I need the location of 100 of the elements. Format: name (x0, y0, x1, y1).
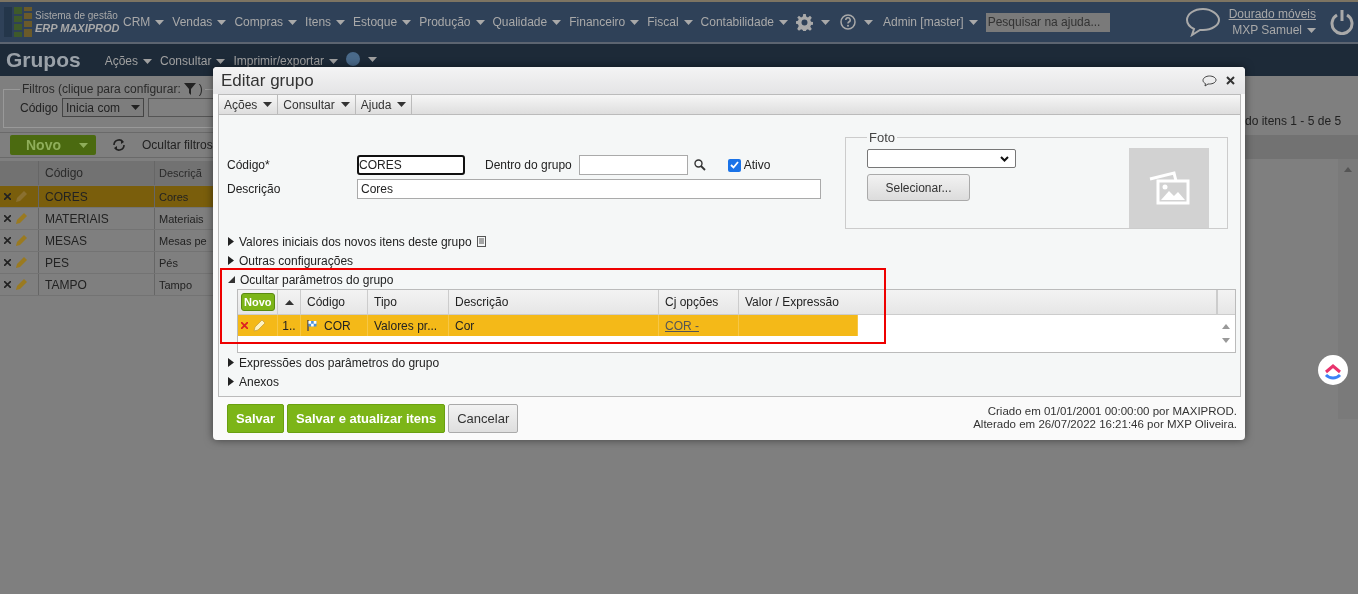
table-cell: Mesas pe (154, 230, 207, 251)
caret-icon (397, 102, 407, 107)
caret-icon (263, 102, 273, 107)
column-header[interactable]: Descrição (449, 290, 659, 314)
caret-icon (475, 19, 485, 25)
collapsed-triangle-icon[interactable] (228, 237, 234, 246)
collapsed-triangle-icon[interactable] (228, 358, 234, 367)
logo-icon (4, 7, 32, 37)
power-icon[interactable] (1330, 9, 1354, 35)
menu-item[interactable]: Itens (305, 15, 346, 29)
section-toggle[interactable]: Anexos (239, 374, 280, 389)
delete-icon[interactable] (241, 322, 248, 329)
table-row[interactable]: CORES Cores (0, 186, 213, 208)
table-cell: MESAS (38, 230, 154, 251)
delete-icon[interactable] (4, 281, 11, 288)
field-label: Código* (227, 158, 271, 172)
filter-legend: Filtros (clique para configurar: (22, 82, 181, 96)
menu-item[interactable]: CRM (123, 15, 165, 29)
help-search-field[interactable]: Pesquisar na ajuda... (985, 12, 1110, 32)
filter-icon[interactable] (183, 83, 196, 95)
menu-item[interactable]: Ajuda (355, 95, 413, 114)
option-set-link[interactable]: COR - (665, 318, 699, 333)
delete-icon[interactable] (4, 193, 11, 200)
section-toggle[interactable]: Expressões dos parâmetros do grupo (239, 355, 440, 370)
menu-item[interactable]: Consultar (278, 95, 356, 114)
flag-icon (307, 320, 317, 331)
action-menu[interactable]: Imprimir/exportar (233, 54, 339, 68)
section-toggle[interactable]: Outras configurações (239, 253, 354, 268)
menu-item[interactable]: Compras (234, 15, 298, 29)
scroll-up-icon[interactable] (1222, 323, 1230, 329)
caret-icon (216, 58, 226, 64)
parent-group-field[interactable] (578, 155, 688, 175)
new-button[interactable]: Novo (10, 135, 96, 155)
table-row[interactable]: MATERIAIS Materiais (0, 208, 213, 230)
filter-input[interactable] (148, 98, 213, 117)
cancel-button[interactable]: Cancelar (448, 403, 519, 433)
scroll-down-icon[interactable] (1222, 338, 1230, 344)
delete-icon[interactable] (4, 237, 11, 244)
collapsed-triangle-icon[interactable] (228, 256, 234, 265)
save-button[interactable]: Salvar (227, 403, 285, 433)
column-header: Descriçã (154, 161, 202, 185)
menu-item[interactable]: Produção (419, 15, 485, 29)
caret-icon (402, 19, 412, 25)
section-toggle[interactable]: Ocultar parâmetros do grupo (240, 272, 394, 287)
menu-item[interactable]: Estoque (353, 15, 412, 29)
operator-dropdown[interactable]: Inicia com (62, 98, 145, 117)
collapsed-triangle-icon[interactable] (228, 377, 234, 386)
section-toggle[interactable]: Valores iniciais dos novos itens deste grupo (239, 234, 472, 249)
column-header[interactable]: Tipo (368, 290, 449, 314)
column-header[interactable]: Valor / Expressão (739, 290, 858, 314)
close-icon[interactable] (1226, 76, 1235, 85)
column-header[interactable]: Código (301, 290, 368, 314)
code-field[interactable]: CORES (357, 155, 465, 175)
column-header[interactable]: Cj opções (659, 290, 739, 314)
page-title: Grupos (6, 47, 81, 73)
description-field[interactable]: Cores (357, 179, 821, 199)
new-button[interactable]: Novo (241, 293, 275, 311)
account-menu[interactable]: MXP Samuel (1232, 23, 1316, 37)
menu-item[interactable]: Qualidade (492, 15, 562, 29)
audit-text: Alterado em 26/07/2022 16:21:46 por MXP Oliveira. (973, 418, 1237, 431)
table-cell: PES (38, 252, 154, 273)
menu-item[interactable]: Contabilidade (700, 15, 788, 29)
table-row[interactable]: PES Pés (0, 252, 213, 274)
audit-text: Criado em 01/01/2001 00:00:00 por MAXIPROD. (987, 405, 1237, 418)
caret-icon (217, 19, 227, 25)
chat-bubble-icon[interactable] (1184, 7, 1221, 37)
table-row[interactable]: TAMPO Tampo (0, 274, 213, 296)
checkbox[interactable] (727, 158, 741, 172)
hide-filters-button[interactable]: Ocultar filtros (142, 138, 213, 152)
paging-text: do itens 1 - 5 de 5 (1245, 113, 1343, 130)
document-icon[interactable] (476, 236, 486, 247)
refresh-icon[interactable] (112, 139, 126, 151)
menu-item[interactable]: Vendas (172, 15, 227, 29)
caret-icon (368, 56, 378, 62)
menu-item[interactable]: Ações (219, 95, 279, 114)
delete-icon[interactable] (4, 215, 11, 222)
caret-icon (968, 19, 978, 25)
table-row[interactable]: MESAS Mesas pe (0, 230, 213, 252)
menu-item[interactable]: Fiscal (647, 15, 693, 29)
expanded-triangle-icon[interactable] (228, 276, 235, 283)
table-cell: 1.. (278, 315, 301, 336)
action-menu[interactable]: Consultar (160, 54, 226, 68)
table-cell: Tampo (154, 274, 193, 295)
photo-dropdown[interactable] (867, 149, 1016, 168)
delete-icon[interactable] (4, 259, 11, 266)
circle-logo-icon[interactable] (1318, 355, 1348, 385)
save-button[interactable]: Salvar e atualizar itens (287, 403, 446, 433)
sort-ascending-icon[interactable] (284, 299, 294, 305)
select-button[interactable]: Selecionar... (867, 174, 970, 201)
caret-icon (779, 19, 788, 25)
table-cell: TAMPO (38, 274, 154, 295)
action-menu[interactable]: Ações (104, 54, 153, 68)
settings-icon[interactable] (796, 13, 813, 31)
company-link[interactable]: Dourado móveis (1228, 7, 1316, 21)
chat-bubble-icon[interactable] (1202, 74, 1217, 87)
table-cell: MATERIAIS (38, 208, 154, 229)
grid-row[interactable]: 1.. COR Valores pr... Cor COR - (238, 315, 858, 336)
menu-item[interactable]: Financeiro (569, 15, 640, 29)
user-menu[interactable]: Admin [master] (883, 15, 978, 29)
search-icon[interactable] (693, 159, 706, 171)
